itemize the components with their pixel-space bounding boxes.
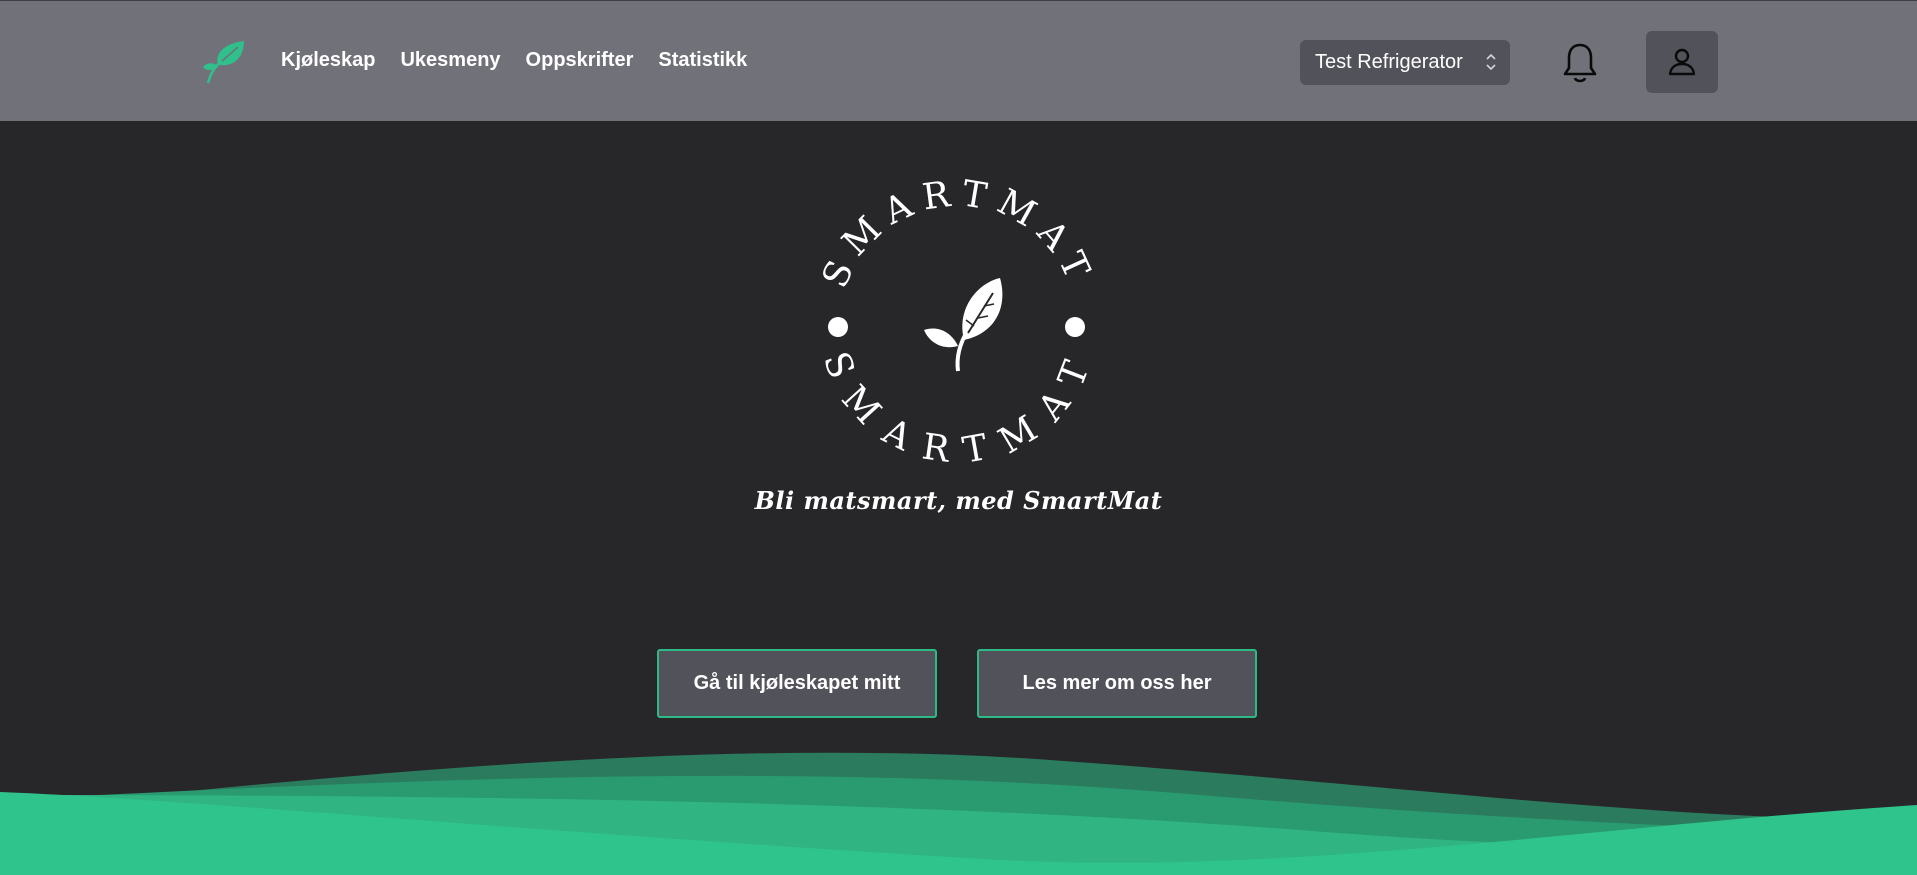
main-nav: Kjøleskap Ukesmeny Oppskrifter Statistik… bbox=[281, 49, 772, 72]
chevron-up-down-icon bbox=[1486, 53, 1496, 71]
user-icon bbox=[1668, 48, 1696, 76]
smartmat-emblem: SMARTMAT SMARTMAT bbox=[815, 173, 1098, 472]
fridge-select-value: Test Refrigerator bbox=[1315, 51, 1463, 73]
leaf-icon bbox=[924, 278, 1003, 372]
leaf-logo-icon[interactable] bbox=[200, 37, 248, 85]
wave-decoration bbox=[0, 752, 1917, 875]
read-more-button[interactable]: Les mer om oss her bbox=[977, 649, 1257, 718]
slogan: Bli matsmart, med SmartMat bbox=[754, 486, 1163, 515]
emblem-text-top: SMARTMAT bbox=[815, 173, 1092, 294]
nav-link-ukesmeny[interactable]: Ukesmeny bbox=[400, 49, 500, 72]
svg-text:SMARTMAT: SMARTMAT bbox=[818, 178, 1098, 294]
nav-link-kjoleskap[interactable]: Kjøleskap bbox=[281, 49, 375, 72]
fridge-select[interactable]: Test Refrigerator bbox=[1300, 40, 1510, 85]
navbar: Kjøleskap Ukesmeny Oppskrifter Statistik… bbox=[0, 0, 1917, 121]
nav-link-statistikk[interactable]: Statistikk bbox=[658, 49, 747, 72]
nav-link-oppskrifter[interactable]: Oppskrifter bbox=[526, 49, 634, 72]
go-to-fridge-button[interactable]: Gå til kjøleskapet mitt bbox=[657, 649, 937, 718]
bell-icon[interactable] bbox=[1560, 41, 1600, 85]
profile-button[interactable] bbox=[1646, 31, 1718, 93]
